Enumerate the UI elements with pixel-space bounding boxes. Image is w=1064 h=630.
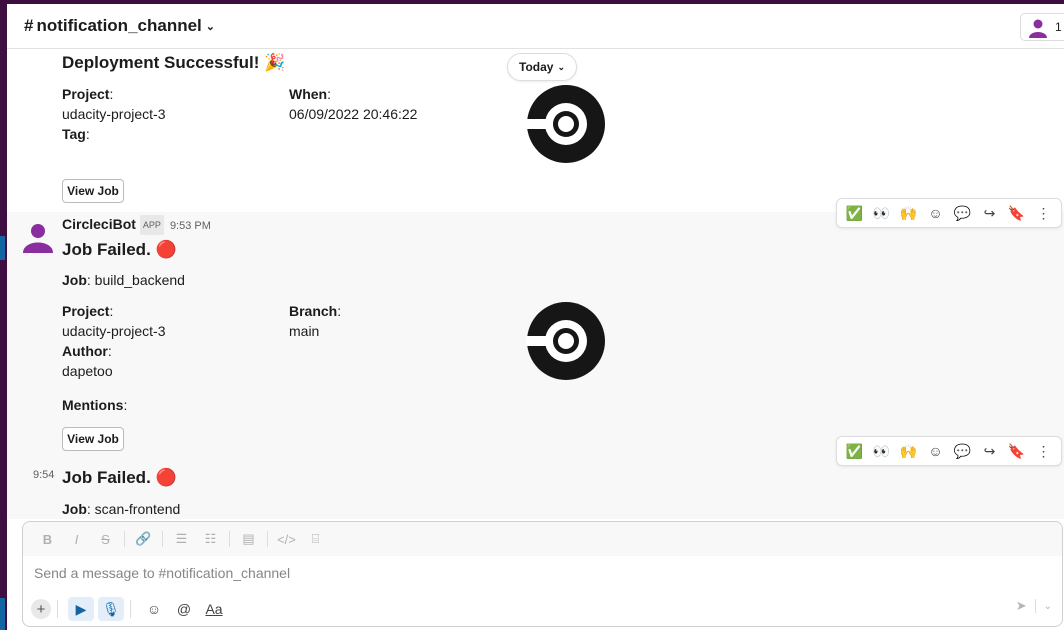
field-job: Job: build_backend bbox=[62, 272, 185, 288]
checkmark-reaction-icon[interactable]: ✅ bbox=[844, 443, 866, 460]
field-job: Job: scan-frontend bbox=[62, 501, 181, 517]
blockquote-icon[interactable]: ▤ bbox=[234, 531, 263, 547]
italic-icon[interactable]: I bbox=[62, 532, 91, 547]
message-composer: B I S 🔗 ☰ ☷ ▤ </> ⌸ Send a message to #n… bbox=[22, 521, 1063, 627]
field-mentions: Mentions: bbox=[62, 397, 128, 413]
toolbar-divider bbox=[130, 600, 131, 618]
sidebar-highlight bbox=[0, 598, 5, 630]
bulleted-list-icon[interactable]: ☷ bbox=[196, 531, 225, 547]
ordered-list-icon[interactable]: ☰ bbox=[167, 531, 196, 547]
link-icon[interactable]: 🔗 bbox=[129, 531, 158, 547]
date-divider-button[interactable]: Today ⌄ bbox=[507, 53, 577, 81]
bold-icon[interactable]: B bbox=[33, 532, 62, 547]
message-time[interactable]: 9:54 bbox=[33, 466, 54, 484]
message-title: Job Failed. 🔴 bbox=[62, 240, 177, 259]
more-actions-icon[interactable]: ⋮ bbox=[1033, 205, 1055, 222]
sidebar-highlight bbox=[0, 236, 5, 260]
circleci-logo-icon bbox=[526, 85, 605, 163]
field-when-value: 06/09/2022 20:46:22 bbox=[289, 106, 418, 122]
eyes-reaction-icon[interactable]: 👀 bbox=[871, 205, 893, 222]
sidebar-edge bbox=[0, 0, 7, 630]
toolbar-divider bbox=[124, 531, 125, 547]
chevron-down-icon: ⌄ bbox=[205, 20, 215, 33]
bookmark-icon[interactable]: 🔖 bbox=[1006, 443, 1028, 460]
composer-actions: + ▶ 🎙 ☺ @ Aa bbox=[31, 596, 1062, 622]
eyes-reaction-icon[interactable]: 👀 bbox=[871, 443, 893, 460]
chevron-down-icon: ⌄ bbox=[557, 61, 565, 72]
member-count: 1 bbox=[1055, 20, 1062, 34]
checkmark-reaction-icon[interactable]: ✅ bbox=[844, 205, 866, 222]
formatting-toolbar: B I S 🔗 ☰ ☷ ▤ </> ⌸ bbox=[23, 522, 1062, 556]
send-icon[interactable]: ➤ bbox=[1016, 598, 1027, 614]
message-title: Job Failed. 🔴 bbox=[62, 468, 177, 487]
toolbar-divider bbox=[1034, 599, 1036, 613]
view-job-button[interactable]: View Job bbox=[62, 179, 124, 203]
members-button[interactable]: 1 bbox=[1020, 13, 1064, 41]
more-actions-icon[interactable]: ⋮ bbox=[1033, 443, 1055, 460]
bot-avatar[interactable] bbox=[22, 221, 54, 253]
reply-thread-icon[interactable]: 💬 bbox=[952, 205, 974, 222]
code-icon[interactable]: </> bbox=[272, 532, 301, 547]
app-badge: APP bbox=[139, 215, 164, 235]
formatting-toggle-button[interactable]: Aa bbox=[201, 597, 227, 621]
chevron-down-icon[interactable]: ⌄ bbox=[1044, 601, 1052, 612]
toolbar-divider bbox=[162, 531, 163, 547]
toolbar-divider bbox=[267, 531, 268, 547]
message-actions-toolbar: ✅ 👀 🙌 ☺ 💬 ↪ 🔖 ⋮ bbox=[836, 198, 1062, 228]
field-project-value: udacity-project-3 bbox=[62, 106, 166, 122]
field-when: When: bbox=[289, 86, 331, 102]
share-icon[interactable]: ↪ bbox=[979, 443, 1001, 460]
message-title: Deployment Successful! 🎉 bbox=[62, 53, 286, 72]
date-label: Today bbox=[519, 60, 554, 74]
reply-thread-icon[interactable]: 💬 bbox=[952, 443, 974, 460]
send-controls: ➤ ⌄ bbox=[1016, 598, 1052, 614]
emoji-icon[interactable]: ☺ bbox=[141, 597, 167, 621]
field-branch-value: main bbox=[289, 323, 320, 339]
add-reaction-icon[interactable]: ☺ bbox=[925, 443, 947, 459]
strikethrough-icon[interactable]: S bbox=[91, 532, 120, 547]
mention-icon[interactable]: @ bbox=[171, 597, 197, 621]
field-project-value: udacity-project-3 bbox=[62, 323, 166, 339]
message-time[interactable]: 9:53 PM bbox=[170, 220, 211, 232]
bookmark-icon[interactable]: 🔖 bbox=[1006, 205, 1028, 222]
avatar-icon bbox=[1027, 16, 1049, 38]
video-icon[interactable]: ▶ bbox=[68, 597, 94, 621]
code-block-icon[interactable]: ⌸ bbox=[301, 531, 330, 547]
field-project: Project: bbox=[62, 303, 114, 319]
field-author-value: dapetoo bbox=[62, 363, 113, 379]
hash-icon: # bbox=[24, 16, 34, 35]
message-list: Deployment Successful! 🎉 Today ⌄ Project… bbox=[7, 49, 1064, 519]
share-icon[interactable]: ↪ bbox=[979, 205, 1001, 222]
sender-name[interactable]: CircleciBot bbox=[62, 216, 136, 232]
message-actions-toolbar: ✅ 👀 🙌 ☺ 💬 ↪ 🔖 ⋮ bbox=[836, 436, 1062, 466]
microphone-icon[interactable]: 🎙 bbox=[98, 597, 124, 621]
toolbar-divider bbox=[229, 531, 230, 547]
add-reaction-icon[interactable]: ☺ bbox=[925, 205, 947, 221]
field-branch: Branch: bbox=[289, 303, 342, 319]
field-project: Project: bbox=[62, 86, 114, 102]
channel-name: notification_channel bbox=[36, 16, 202, 35]
channel-title-button[interactable]: # notification_channel ⌄ bbox=[24, 16, 215, 36]
toolbar-divider bbox=[57, 600, 58, 618]
message-header: CircleciBot APP 9:53 PM bbox=[62, 215, 211, 235]
field-tag: Tag: bbox=[62, 126, 90, 142]
channel-header: # notification_channel ⌄ 1 bbox=[7, 4, 1064, 49]
circleci-logo-icon bbox=[526, 302, 605, 380]
view-job-button[interactable]: View Job bbox=[62, 427, 124, 451]
field-author: Author: bbox=[62, 343, 112, 359]
message-input[interactable]: Send a message to #notification_channel bbox=[34, 565, 290, 581]
raised-hands-reaction-icon[interactable]: 🙌 bbox=[898, 205, 920, 222]
raised-hands-reaction-icon[interactable]: 🙌 bbox=[898, 443, 920, 460]
plus-icon[interactable]: + bbox=[31, 599, 51, 619]
